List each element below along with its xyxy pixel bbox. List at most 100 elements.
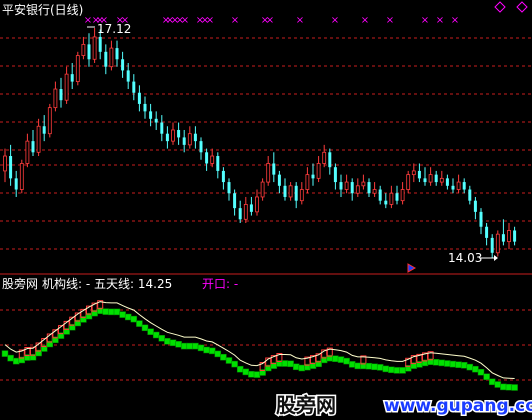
signal-mark: × — [421, 15, 429, 26]
candle-fall — [199, 137, 203, 160]
candle-rise — [344, 174, 349, 194]
candle-body — [87, 44, 91, 60]
candle-fall — [501, 219, 505, 246]
candle-fall — [193, 126, 197, 149]
candle-rise — [507, 223, 511, 250]
high-price-label: 17.12 — [97, 22, 131, 36]
candle-fall — [473, 196, 477, 220]
candle-rise — [19, 159, 24, 194]
candlestick-series — [3, 28, 517, 258]
candle-fall — [121, 51, 125, 78]
candle-fall — [132, 74, 136, 101]
candle-body — [507, 230, 511, 243]
band-block-green — [371, 363, 378, 371]
band-block-green — [186, 342, 194, 350]
price-gridlines — [0, 37, 532, 250]
candle-body — [137, 92, 141, 104]
band-block-green — [108, 308, 115, 316]
band-block-green — [287, 360, 294, 368]
candle-rise — [456, 174, 461, 194]
candle-body — [361, 181, 366, 187]
candle-rise — [81, 36, 86, 60]
band-block-green — [192, 342, 199, 350]
band-block-green — [208, 347, 216, 355]
candle-body — [395, 193, 399, 201]
candle-body — [294, 185, 298, 201]
band-block-green — [242, 368, 250, 376]
band-block-green — [248, 371, 255, 378]
candle-body — [462, 182, 466, 190]
candle-body — [70, 74, 74, 82]
candle-rise — [439, 170, 444, 186]
candle-body — [47, 107, 52, 135]
candle-rise — [109, 40, 114, 71]
candle-rise — [92, 28, 97, 63]
candle-body — [299, 189, 304, 202]
candle-fall — [182, 129, 186, 153]
band-block-green — [505, 383, 513, 391]
candle-body — [243, 204, 248, 220]
candle-body — [400, 189, 405, 202]
band-block-green — [343, 357, 350, 365]
candle-fall — [31, 129, 35, 157]
band-block-green — [130, 315, 138, 323]
candle-fall — [115, 40, 119, 67]
band-block-green — [332, 355, 339, 362]
candle-body — [216, 156, 220, 171]
candle-fall — [395, 185, 399, 205]
band-block-green — [12, 357, 20, 365]
candle-body — [19, 163, 24, 190]
candle-fall — [249, 196, 253, 216]
candle-body — [233, 193, 237, 209]
candle-body — [384, 200, 388, 205]
candle-body — [81, 43, 86, 56]
candle-fall — [160, 115, 164, 142]
candle-body — [479, 211, 483, 227]
signal-marks: × ××× ×× ××××× ××× × ×× × × × × × × × — [84, 15, 459, 26]
candle-fall — [423, 167, 427, 186]
candle-body — [53, 88, 58, 109]
candle-body — [322, 151, 327, 164]
band-block-green — [348, 361, 356, 368]
band-block-green — [432, 359, 440, 366]
candle-fall — [485, 223, 489, 246]
indicator-source-label: 股旁网 — [2, 276, 38, 291]
candle-body — [121, 59, 125, 71]
candle-fall — [513, 226, 517, 246]
marker-icon — [407, 263, 417, 273]
candle-body — [14, 178, 18, 190]
candle-fall — [434, 170, 438, 186]
candle-rise — [187, 126, 192, 149]
candle-body — [277, 174, 281, 186]
candle-body — [305, 174, 310, 190]
candle-fall — [238, 200, 242, 224]
candle-rise — [260, 178, 265, 201]
candle-fall — [468, 185, 472, 205]
candle-body — [109, 47, 114, 68]
band-block-green — [136, 320, 143, 327]
candle-fall — [479, 208, 483, 235]
candle-body — [411, 170, 416, 176]
candle-fall — [283, 178, 287, 201]
candle-body — [171, 129, 175, 142]
candle-body — [227, 182, 231, 194]
band-block-green — [119, 311, 126, 318]
band-block-green — [354, 362, 362, 370]
candle-body — [221, 170, 225, 183]
candle-fall — [177, 122, 181, 145]
signal-mark: × — [331, 15, 339, 26]
candle-body — [333, 167, 337, 183]
band-block-green — [281, 360, 289, 367]
candle-body — [389, 192, 394, 205]
band-block-green — [472, 365, 479, 373]
band-block-green — [376, 364, 384, 371]
band-block-green — [124, 313, 132, 321]
candle-body — [42, 126, 46, 134]
candle-body — [513, 230, 517, 242]
candle-body — [311, 174, 315, 179]
candle-body — [417, 170, 421, 179]
candle-body — [428, 174, 433, 183]
band-block-green — [7, 354, 14, 362]
candle-rise — [75, 51, 80, 86]
candle-body — [355, 185, 360, 194]
